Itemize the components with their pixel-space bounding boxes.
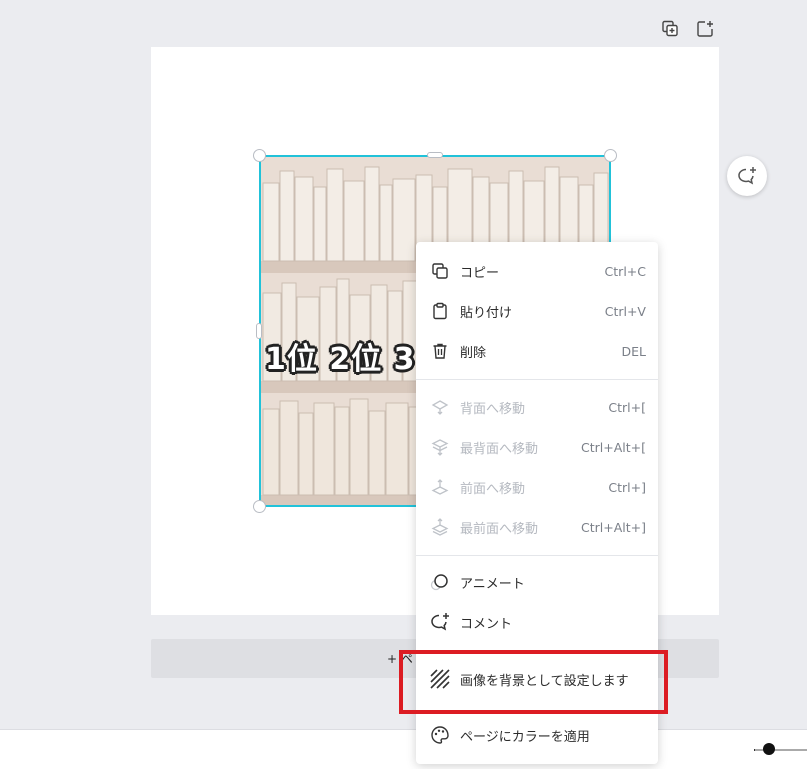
menu-item-bring-forward[interactable]: 前面へ移動 Ctrl+]: [416, 469, 658, 505]
menu-shortcut: DEL: [621, 343, 647, 359]
duplicate-page-icon: [662, 20, 678, 37]
menu-shortcut: Ctrl+V: [604, 303, 646, 319]
animate-icon: [430, 572, 450, 592]
menu-item-copy[interactable]: コピー Ctrl+C: [416, 253, 658, 289]
add-page-button[interactable]: [693, 17, 717, 41]
menu-divider: [416, 379, 658, 380]
resize-handle-top-left[interactable]: [253, 149, 266, 162]
add-comment-button[interactable]: [727, 156, 767, 196]
bottom-toolbar: [0, 729, 807, 769]
menu-label: 貼り付け: [460, 305, 513, 321]
menu-item-apply-color[interactable]: ページにカラーを適用: [416, 717, 658, 753]
menu-label: 最前面へ移動: [460, 521, 539, 537]
image-overlay-text: 1位 2位 3: [265, 342, 416, 377]
resize-handle-top[interactable]: [427, 152, 443, 158]
clipboard-icon: [430, 301, 450, 321]
menu-item-send-to-back[interactable]: 最背面へ移動 Ctrl+Alt+[: [416, 429, 658, 465]
resize-handle-left[interactable]: [256, 323, 262, 339]
menu-label: 削除: [460, 345, 487, 361]
menu-item-send-backward[interactable]: 背面へ移動 Ctrl+[: [416, 389, 658, 425]
add-page-icon: [697, 21, 713, 37]
menu-shortcut: Ctrl+Alt+]: [581, 519, 646, 535]
menu-item-comment[interactable]: コメント: [416, 604, 658, 640]
send-to-back-icon: [430, 437, 450, 457]
resize-handle-bottom-left[interactable]: [253, 500, 266, 513]
menu-item-animate[interactable]: アニメート: [416, 564, 658, 600]
send-backward-icon: [430, 397, 450, 417]
resize-handle-top-right[interactable]: [604, 149, 617, 162]
highlight-annotation-box: [399, 650, 668, 714]
menu-item-bring-to-front[interactable]: 最前面へ移動 Ctrl+Alt+]: [416, 509, 658, 545]
menu-label: 最背面へ移動: [460, 441, 539, 457]
menu-label: 前面へ移動: [460, 481, 526, 497]
zoom-slider-thumb[interactable]: [763, 743, 775, 755]
menu-divider: [416, 555, 658, 556]
menu-shortcut: Ctrl+]: [608, 479, 646, 495]
menu-item-delete[interactable]: 削除 DEL: [416, 333, 658, 369]
menu-shortcut: Ctrl+[: [608, 399, 646, 415]
duplicate-page-button[interactable]: [658, 17, 682, 41]
menu-label: コメント: [460, 616, 513, 632]
menu-item-paste[interactable]: 貼り付け Ctrl+V: [416, 293, 658, 329]
trash-icon: [430, 341, 450, 361]
bring-forward-icon: [430, 477, 450, 497]
menu-label: コピー: [460, 265, 500, 281]
menu-shortcut: Ctrl+C: [604, 263, 646, 279]
menu-label: ページにカラーを適用: [460, 729, 590, 745]
menu-label: 背面へ移動: [460, 401, 526, 417]
menu-shortcut: Ctrl+Alt+[: [581, 439, 646, 455]
menu-label: アニメート: [460, 576, 525, 592]
copy-icon: [430, 261, 450, 281]
comment-add-icon: [738, 167, 756, 185]
comment-icon: [430, 612, 450, 632]
bring-to-front-icon: [430, 517, 450, 537]
palette-icon: [430, 725, 450, 745]
